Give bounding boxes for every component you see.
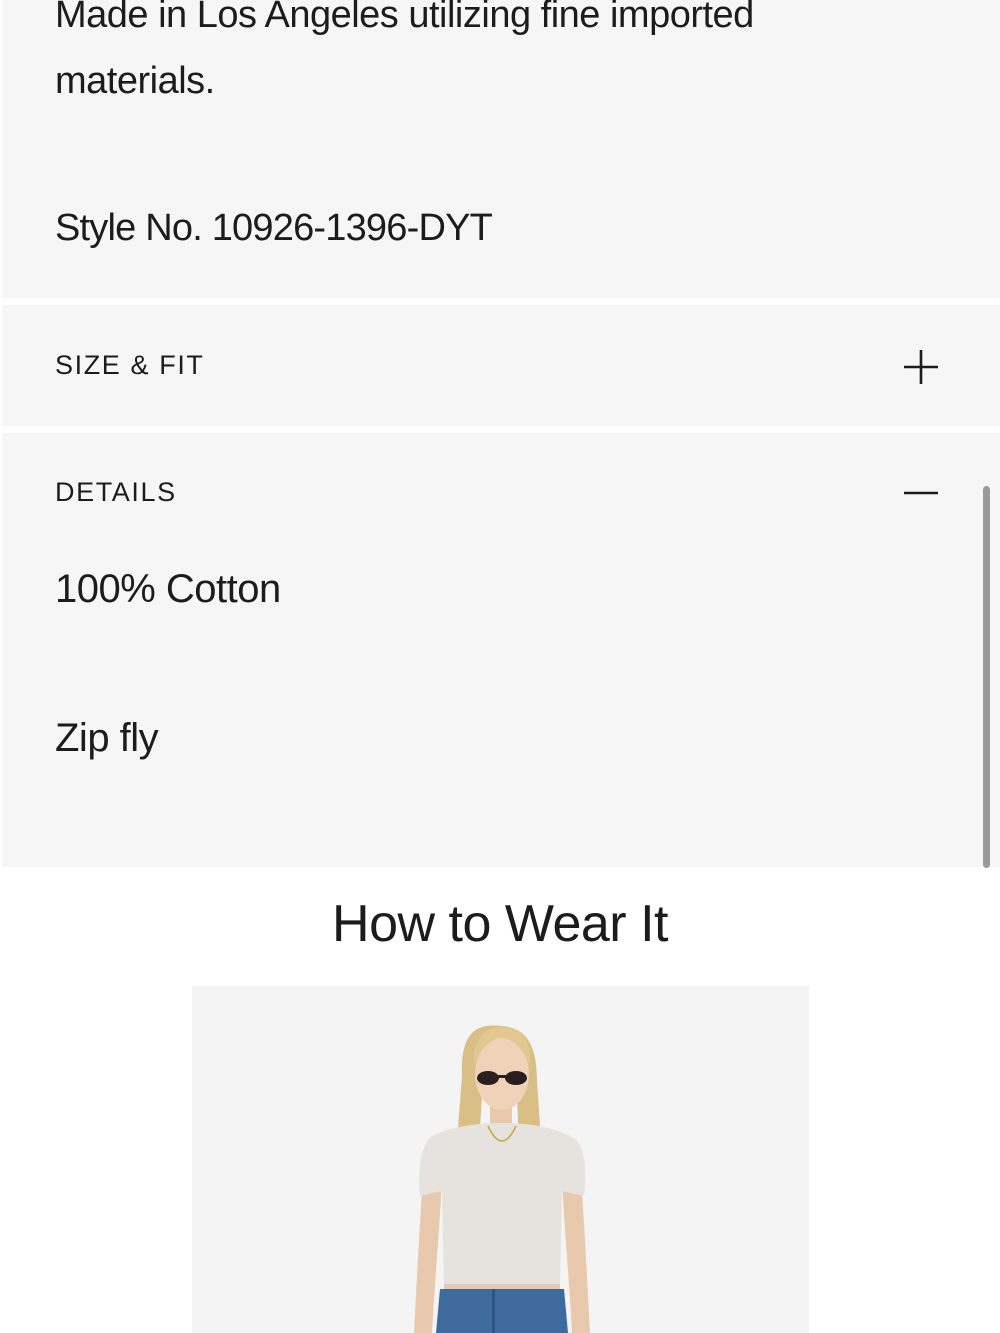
description-text: Made in Los Angeles utilizing fine impor…	[55, 0, 754, 102]
how-to-wear-title: How to Wear It	[332, 895, 668, 953]
detail-item: Zip fly	[55, 716, 159, 760]
model-photo[interactable]	[192, 986, 809, 1333]
accordion-details-title: DETAILS	[55, 477, 177, 507]
style-number: Style No. 10926-1396-DYT	[55, 207, 493, 249]
minus-icon[interactable]	[901, 473, 941, 513]
detail-item: 100% Cotton	[55, 567, 281, 611]
accordion-size-fit[interactable]: SIZE & FIT	[2, 305, 1000, 426]
accordion-details[interactable]: DETAILS 100% Cotton Zip fly	[2, 433, 1000, 867]
description-panel: Made in Los Angeles utilizing fine impor…	[2, 0, 1000, 298]
scrollbar[interactable]	[983, 486, 990, 868]
model-illustration	[414, 1025, 590, 1333]
accordion-size-fit-title: SIZE & FIT	[55, 350, 205, 380]
plus-icon[interactable]	[901, 346, 941, 386]
